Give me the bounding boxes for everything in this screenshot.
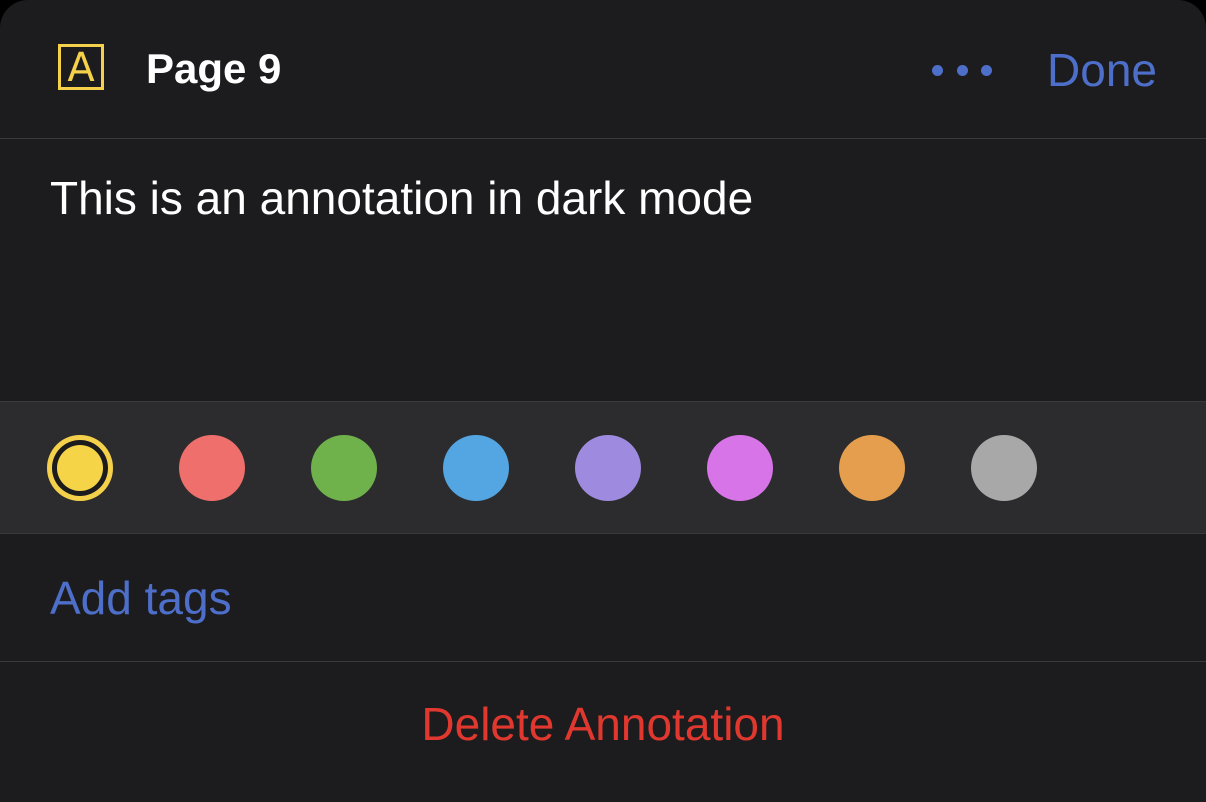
color-swatch-magenta[interactable]	[707, 435, 773, 501]
color-swatch-gray[interactable]	[971, 435, 1037, 501]
delete-annotation-button[interactable]: Delete Annotation	[0, 696, 1206, 752]
color-picker	[0, 401, 1206, 534]
tags-row: Add tags	[0, 534, 1206, 662]
done-button[interactable]: Done	[1047, 42, 1157, 98]
color-swatch-yellow[interactable]	[47, 435, 113, 501]
ellipsis-dot-icon	[932, 64, 943, 76]
highlight-type-letter: A	[67, 44, 95, 91]
highlight-type-icon[interactable]: A	[58, 44, 104, 90]
ellipsis-dot-icon	[981, 64, 992, 76]
annotation-header: A Page 9 Done	[0, 0, 1206, 139]
page-title: Page 9	[146, 45, 282, 92]
color-swatch-blue[interactable]	[443, 435, 509, 501]
more-options-button[interactable]	[926, 56, 998, 84]
color-swatch-purple[interactable]	[575, 435, 641, 501]
annotation-comment-text[interactable]: This is an annotation in dark mode	[50, 170, 753, 226]
annotation-sheet: A Page 9 Done This is an annotation in d…	[0, 0, 1206, 802]
ellipsis-dot-icon	[956, 64, 968, 76]
color-swatch-green[interactable]	[311, 435, 377, 501]
color-swatch-orange[interactable]	[839, 435, 905, 501]
add-tags-button[interactable]: Add tags	[50, 570, 232, 626]
color-swatch-red[interactable]	[179, 435, 245, 501]
